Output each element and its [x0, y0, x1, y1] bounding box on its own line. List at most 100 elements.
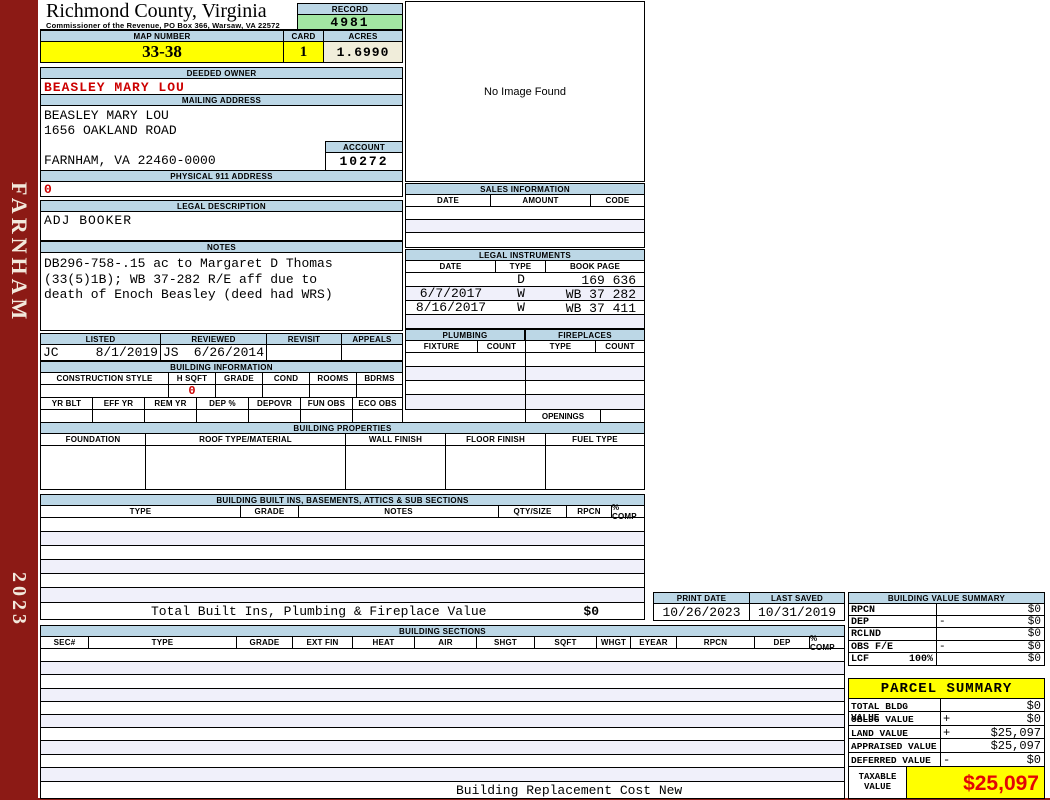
tax-year: 2023: [8, 571, 30, 628]
building-section-row: [41, 755, 844, 768]
built-ins-row: [41, 588, 644, 602]
legal-description-value: ADJ BOOKER: [40, 212, 403, 241]
foundation-value: [41, 446, 146, 489]
plumbing-row: [406, 395, 525, 409]
last-saved-value: 10/31/2019: [757, 604, 836, 620]
notes-line: DB296-758-.15 ac to Margaret D Thomas: [44, 256, 333, 271]
instrument-row: 6/7/2017 W WB 37 282: [406, 286, 644, 302]
built-ins-row: [41, 574, 644, 588]
map-number-value: 33-38: [41, 42, 284, 62]
grade-value: [216, 385, 263, 397]
fireplace-row: [526, 395, 644, 409]
notes-line: death of Enoch Beasley (deed had WRS): [44, 287, 333, 302]
building-section-row: [41, 675, 844, 689]
print-info-table: PRINT DATE LAST SAVED 10/26/2023 10/31/2…: [653, 592, 845, 621]
property-record-card: FARNHAM 2023 Richmond County, Virginia C…: [0, 0, 1050, 800]
built-ins-row: [41, 532, 644, 546]
acres-value: 1.6990: [324, 42, 402, 62]
taxable-value-row: TAXABLE VALUE $25,097: [848, 766, 1045, 799]
replacement-cost-label: Building Replacement Cost New: [456, 782, 683, 798]
parcel-summary-row: APPRAISED VALUE $25,097: [849, 739, 1044, 753]
acres-label: ACRES: [324, 31, 402, 41]
sales-information-table: SALES INFORMATION DATE AMOUNT CODE: [405, 183, 645, 248]
account-label: ACCOUNT: [325, 141, 403, 153]
building-sections-table: BUILDING SECTIONS SEC# TYPE GRADE EXT FI…: [40, 625, 845, 799]
built-ins-total-row: Total Built Ins, Plumbing & Fireplace Va…: [40, 603, 645, 620]
building-section-row: [41, 662, 844, 676]
plumbing-row: [406, 353, 525, 367]
no-image-text: No Image Found: [484, 85, 566, 98]
sales-row: [406, 233, 644, 247]
sales-row: [406, 207, 644, 220]
fireplace-row: [526, 367, 644, 381]
building-section-row: [41, 767, 844, 781]
bvs-row: LCF 100% $0: [849, 652, 1044, 665]
building-value-summary-title: BUILDING VALUE SUMMARY: [848, 592, 1045, 604]
parcel-summary-row: LAND VALUE + $25,097: [849, 725, 1044, 740]
building-information-section: BUILDING INFORMATION CONSTRUCTION STYLE …: [40, 361, 403, 423]
taxable-value-label: TAXABLE VALUE: [849, 766, 907, 798]
building-section-row: [41, 728, 844, 742]
built-ins-total-value: $0: [583, 604, 599, 619]
fireplace-row: [526, 381, 644, 395]
print-date-value: 10/26/2023: [654, 604, 750, 620]
district-sidebar: FARNHAM 2023: [0, 0, 38, 800]
record-label: RECORD: [297, 3, 403, 15]
bvs-row: RPCN $0: [849, 604, 1044, 617]
built-ins-total-label: Total Built Ins, Plumbing & Fireplace Va…: [151, 604, 487, 619]
instrument-row: 8/16/2017 W WB 37 411: [406, 300, 644, 316]
legal-instruments-table: LEGAL INSTRUMENTS DATE TYPE BOOK PAGE D …: [405, 249, 645, 329]
bvs-row: RCLND $0: [849, 628, 1044, 641]
physical-address-value: 0: [40, 182, 403, 197]
legal-description-label: LEGAL DESCRIPTION: [40, 200, 403, 212]
openings-label: OPENINGS: [526, 410, 601, 422]
district-name: FARNHAM: [7, 182, 32, 324]
fireplaces-title: FIREPLACES: [525, 329, 645, 341]
instrument-row: D 169 636: [406, 272, 644, 288]
listed-value: JC 8/1/2019: [41, 345, 161, 360]
legal-description-section: LEGAL DESCRIPTION ADJ BOOKER: [40, 200, 403, 241]
notes-section: NOTES DB296-758-.15 ac to Margaret D Tho…: [40, 241, 403, 331]
plumbing-table: PLUMBING FIXTURE COUNT: [405, 329, 525, 423]
plumbing-row: [406, 367, 525, 381]
bvs-row: OBS F/E - $0: [849, 640, 1044, 653]
parcel-summary-row: OBLDG VALUE + $0: [849, 712, 1044, 726]
h-sqft-value: 0: [169, 384, 216, 398]
parcel-summary-row: TOTAL BLDG VALUE $0: [849, 699, 1044, 723]
deeded-owner-section: DEEDED OWNER BEASLEY MARY LOU: [40, 67, 403, 95]
card-value: 1: [284, 42, 324, 62]
bvs-row: DEP - $0: [849, 616, 1044, 629]
county-title: Richmond County, Virginia: [46, 0, 267, 22]
notes-line: (33(5)1B); WB 37-282 R/E aff due to: [44, 271, 318, 287]
deeded-owner-value: BEASLEY MARY LOU: [40, 79, 403, 95]
building-section-row: [41, 702, 844, 715]
last-saved-label: LAST SAVED: [750, 593, 844, 603]
construction-style-value: [41, 385, 169, 397]
plumbing-title: PLUMBING: [405, 329, 525, 341]
fuel-type-value: [546, 446, 644, 489]
rooms-value: [310, 385, 357, 397]
parcel-summary-row: DEFERRED VALUE - $0: [849, 752, 1044, 767]
physical-address-label: PHYSICAL 911 ADDRESS: [40, 170, 403, 182]
building-sections-title: BUILDING SECTIONS: [40, 625, 845, 637]
built-ins-row: [41, 518, 644, 532]
county-title-block: Richmond County, Virginia Commissioner o…: [40, 0, 298, 30]
record-value: 4981: [297, 15, 403, 30]
built-ins-title: BUILDING BUILT INS, BASEMENTS, ATTICS & …: [40, 494, 645, 506]
plumbing-row: [406, 381, 525, 395]
review-table: LISTED REVIEWED REVISIT APPEALS JC 8/1/20…: [40, 333, 403, 361]
building-sections-footer: Building Replacement Cost New: [40, 781, 845, 799]
building-value-summary: BUILDING VALUE SUMMARY RPCN $0 DEP -$0: [848, 592, 1045, 666]
account-value: 10272: [325, 153, 403, 171]
bdrms-value: [357, 385, 402, 397]
physical-address-section: PHYSICAL 911 ADDRESS 0: [40, 170, 403, 197]
building-section-row: [41, 741, 844, 755]
wall-finish-value: [346, 446, 446, 489]
building-properties-title: BUILDING PROPERTIES: [40, 422, 645, 434]
building-section-row: [41, 688, 844, 702]
instrument-row: [406, 315, 644, 328]
deeded-owner-label: DEEDED OWNER: [40, 67, 403, 79]
building-properties-section: BUILDING PROPERTIES FOUNDATION ROOF TYPE…: [40, 422, 645, 490]
notes-label: NOTES: [40, 241, 403, 253]
mailing-line: BEASLEY MARY LOU: [44, 108, 169, 123]
